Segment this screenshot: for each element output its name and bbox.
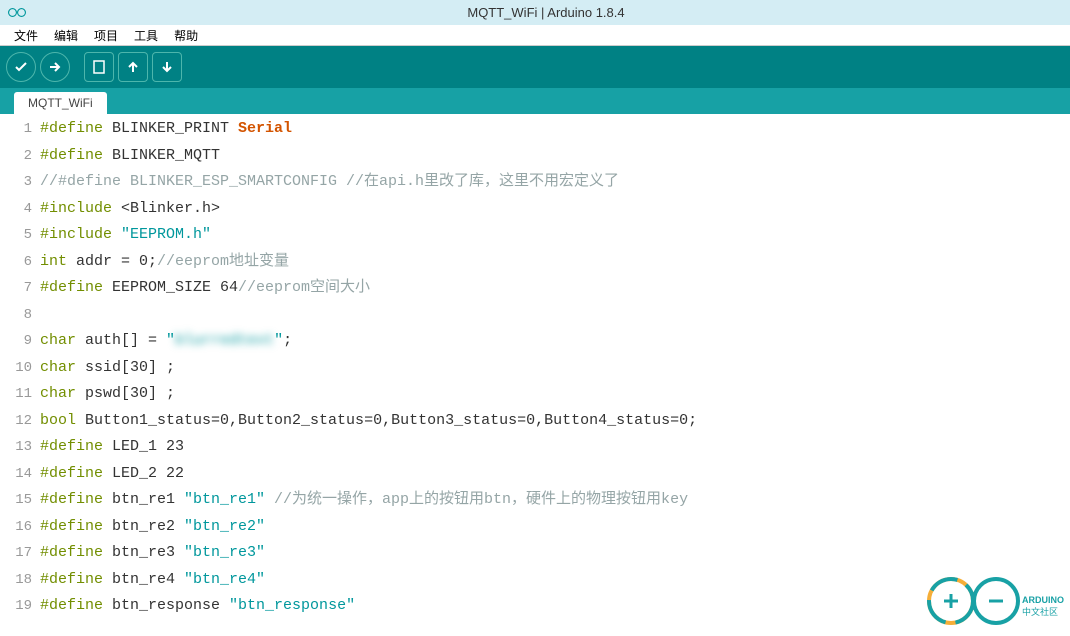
code-line: 17#define btn_re3 "btn_re3": [0, 540, 1070, 567]
code-line: 6int addr = 0;//eeprom地址变量: [0, 249, 1070, 276]
new-button[interactable]: [84, 52, 114, 82]
menu-file[interactable]: 文件: [6, 25, 46, 46]
line-number: 18: [0, 567, 40, 594]
window-title: MQTT_WiFi | Arduino 1.8.4: [30, 5, 1062, 20]
line-number: 7: [0, 275, 40, 302]
line-number: 10: [0, 355, 40, 382]
open-button[interactable]: [118, 52, 148, 82]
arrow-right-icon: [47, 59, 63, 75]
code-line: 18#define btn_re4 "btn_re4": [0, 567, 1070, 594]
verify-button[interactable]: [6, 52, 36, 82]
code-line: 7#define EEPROM_SIZE 64//eeprom空间大小: [0, 275, 1070, 302]
code-line: 5#include "EEPROM.h": [0, 222, 1070, 249]
menu-help[interactable]: 帮助: [166, 25, 206, 46]
line-number: 2: [0, 143, 40, 170]
arduino-logo-icon: [8, 4, 26, 22]
menu-tools[interactable]: 工具: [126, 25, 166, 46]
tab-bar: MQTT_WiFi: [0, 88, 1070, 114]
title-bar: MQTT_WiFi | Arduino 1.8.4: [0, 0, 1070, 25]
menu-sketch[interactable]: 项目: [86, 25, 126, 46]
blurred-auth-token: blurredtext: [175, 332, 274, 349]
upload-button[interactable]: [40, 52, 70, 82]
code-line: 11char pswd[30] ;: [0, 381, 1070, 408]
code-line: 1#define BLINKER_PRINT Serial: [0, 116, 1070, 143]
code-line: 13#define LED_1 23: [0, 434, 1070, 461]
code-line: 9char auth[] = "blurredtext";: [0, 328, 1070, 355]
code-line: 16#define btn_re2 "btn_re2": [0, 514, 1070, 541]
line-number: 11: [0, 381, 40, 408]
line-number: 9: [0, 328, 40, 355]
code-line: 3//#define BLINKER_ESP_SMARTCONFIG //在ap…: [0, 169, 1070, 196]
code-line: 14#define LED_2 22: [0, 461, 1070, 488]
save-button[interactable]: [152, 52, 182, 82]
toolbar: [0, 46, 1070, 88]
line-number: 5: [0, 222, 40, 249]
line-number: 6: [0, 249, 40, 276]
line-number: 15: [0, 487, 40, 514]
line-number: 1: [0, 116, 40, 143]
tab-sketch[interactable]: MQTT_WiFi: [14, 92, 107, 114]
code-editor[interactable]: 1#define BLINKER_PRINT Serial 2#define B…: [0, 114, 1070, 635]
line-number: 4: [0, 196, 40, 223]
menu-bar: 文件 编辑 项目 工具 帮助: [0, 25, 1070, 46]
code-line: 12bool Button1_status=0,Button2_status=0…: [0, 408, 1070, 435]
code-line: 15#define btn_re1 "btn_re1" //为统一操作，app上…: [0, 487, 1070, 514]
code-line: 10char ssid[30] ;: [0, 355, 1070, 382]
file-icon: [91, 59, 107, 75]
code-line: 8: [0, 302, 1070, 329]
line-number: 3: [0, 169, 40, 196]
menu-edit[interactable]: 编辑: [46, 25, 86, 46]
arrow-up-icon: [125, 59, 141, 75]
line-number: 13: [0, 434, 40, 461]
line-number: 12: [0, 408, 40, 435]
line-number: 14: [0, 461, 40, 488]
line-number: 16: [0, 514, 40, 541]
code-line: 19#define btn_response "btn_response": [0, 593, 1070, 620]
check-icon: [13, 59, 29, 75]
line-number: 19: [0, 593, 40, 620]
code-line: 4#include <Blinker.h>: [0, 196, 1070, 223]
arrow-down-icon: [159, 59, 175, 75]
code-line: 2#define BLINKER_MQTT: [0, 143, 1070, 170]
line-number: 17: [0, 540, 40, 567]
line-number: 8: [0, 302, 40, 329]
